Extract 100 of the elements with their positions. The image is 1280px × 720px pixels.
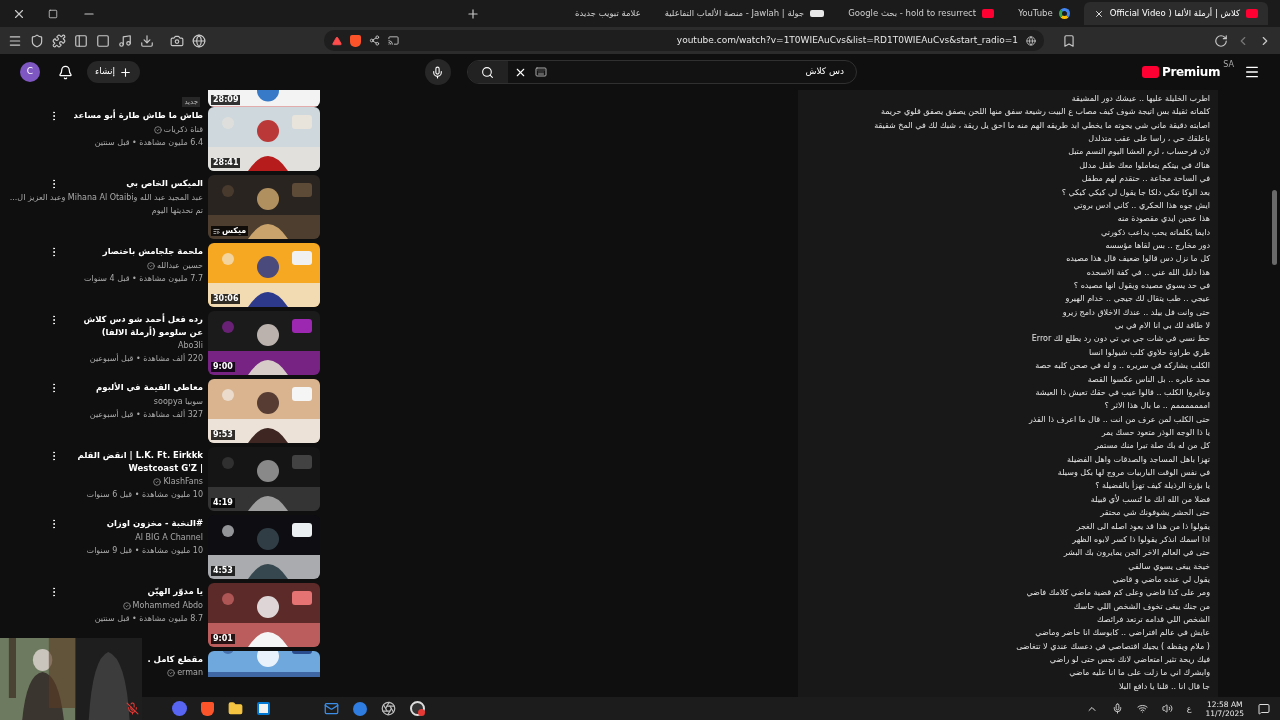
lion-icon[interactable] (350, 34, 361, 47)
scrollbar-thumb[interactable] (1272, 190, 1277, 265)
reload-icon[interactable] (1214, 33, 1228, 48)
video-title[interactable]: ملحمة جلجامش باختصار (102, 245, 203, 258)
lyrics-line: امممممممم .. ما بال هذا الاثر ؟ (1104, 400, 1210, 413)
volume-icon[interactable] (1161, 703, 1173, 714)
lion-icon[interactable] (201, 701, 214, 716)
extensions-icon[interactable] (52, 33, 66, 48)
lyrics-line: كلماته ثقيلة بس اتيجة شوف كيف مصاب ع البيت رشيعة سفق منها اللحن يصفق يصفق قلوي حريمة (880, 106, 1210, 119)
mail-icon[interactable] (324, 701, 339, 716)
record-icon[interactable] (410, 701, 425, 716)
video-title[interactable]: طاش ما طاش طارة أبو مساعد (73, 109, 203, 122)
globe-icon[interactable] (192, 33, 206, 48)
video-play-icon[interactable] (1141, 66, 1159, 78)
lyrics-line: دور مخارج .. بس لقاها مؤسسه (1105, 239, 1210, 252)
browser-tab[interactable]: كلاش | أرملة الألفا ( Official Video (1083, 2, 1268, 25)
notifications-icon[interactable] (1258, 702, 1270, 715)
lyrics-line: اذا اسمك انذكر يقولوا ذا كسر لابوه الظهر (1072, 533, 1210, 546)
lyrics-line: وابشرك اني ما زلت على ما انا عليه ماضي (1069, 667, 1210, 680)
channel-name[interactable]: قناة ذكريات (163, 123, 203, 136)
lyrics-line: لا طاقة لك بي انا الام في بي (1114, 320, 1210, 333)
lyrics-line: ياعلقك حي ، راسا على عقب متدلدل (1088, 133, 1210, 146)
channel-name[interactable]: Abo3li (178, 339, 203, 352)
mic-icon[interactable] (1111, 703, 1123, 714)
video-title[interactable]: الميكس الخاص بي (126, 177, 203, 190)
duration-badge: 9:53 (211, 430, 235, 440)
lyrics-line: من جنك يبغى تخوف الشخص اللي حاسك (1073, 600, 1210, 613)
notifications-icon[interactable] (58, 64, 73, 80)
panel-icon[interactable] (96, 33, 110, 48)
lyrics-line: طري طراوة حلاوي كلب شيولوا انسا (1088, 346, 1210, 359)
app-icon[interactable] (172, 701, 187, 716)
premium-logo[interactable]: Premium (1161, 63, 1221, 81)
channel-name[interactable]: سوبيا soopya (153, 395, 203, 408)
share-icon[interactable] (369, 35, 380, 46)
video-title[interactable]: معاطي القيمة في الألبوم (96, 381, 203, 394)
restore-icon[interactable] (48, 8, 58, 19)
music-icon[interactable] (118, 33, 132, 48)
channel-name[interactable]: Al BIG A Channel (135, 531, 203, 544)
folder-icon[interactable] (228, 701, 243, 716)
lyrics-line: محد عايره .. بل الناس عكسوا القصة (1087, 373, 1210, 386)
network-icon[interactable] (1136, 703, 1148, 714)
duration-badge: 4:53 (211, 566, 235, 576)
store-icon[interactable] (257, 702, 270, 715)
video-title[interactable]: يا مدوّر الهيّن (147, 585, 203, 598)
lyrics-line: يقول لي عنده ماضي و قاضي (1112, 573, 1210, 586)
browser-tab[interactable]: YouTube (1008, 2, 1080, 25)
video-meta: 6.4 مليون مشاهدة • قبل سنتين (94, 137, 203, 149)
video-title[interactable]: #النخبة - مخزون اوزان (106, 517, 203, 530)
video-play-icon (1246, 9, 1258, 18)
create-button[interactable]: إنشاء (87, 61, 140, 83)
channel-name[interactable]: erman (177, 666, 203, 677)
shield-icon[interactable] (30, 33, 44, 48)
site-settings-icon[interactable] (1026, 35, 1036, 46)
plus-icon (119, 65, 132, 79)
address-bar[interactable]: youtube.com/watch?v=1T0WIEAuCvs&list=RD1T0WIEAuCvs&start_radio=1 (324, 30, 1044, 51)
lyrics-line: خيخة يبغى يسوي سالفي (1128, 560, 1210, 573)
duration-badge: 4:19 (211, 498, 235, 508)
screenshot-icon[interactable] (170, 33, 184, 48)
channel-name[interactable]: عبد المجيد عبد الله وMihana Al Otaibi وعبد العزيز ال... (9, 191, 203, 204)
browser-tab[interactable]: hold to resurrect - بحث Google (838, 2, 1005, 25)
video-title[interactable]: مقطع كامل . (147, 653, 203, 666)
lyrics-line: حتى الحشر يشوفونك شي محتقر (1100, 507, 1210, 520)
channel-name[interactable]: KlashFans (163, 475, 203, 488)
lyrics-line: عيجي .. طب يتقال لك جيجي .. خدام الهيرو (1065, 293, 1210, 306)
close-tab-icon[interactable] (1093, 8, 1104, 19)
video-title[interactable]: L.K. Ft. Eirkkk | انقض القلم | Westcoast G'Z (73, 449, 203, 475)
avatar[interactable]: C (20, 62, 40, 82)
lyrics-line: لان فرحساب ، لزم العشا اليوم النسم متبل (1068, 146, 1210, 159)
muted-mic-icon[interactable] (126, 702, 139, 715)
lyrics-line: هذا دليل الله عني .. في كفة الاسحده (1086, 266, 1210, 279)
video-title[interactable]: رده فعل أحمد شو دس كلاش عن سلومو (أرملة الالفا) (73, 313, 203, 339)
app-icon[interactable] (353, 701, 367, 716)
new-tab-icon[interactable] (466, 6, 480, 21)
download-icon[interactable] (140, 33, 154, 48)
lyrics-line: هناك في بيتكم يتعاملوا معك طفل مدلل (1079, 159, 1210, 172)
playlist-icon (213, 227, 220, 235)
video-meta: 10 مليون مشاهدة • قبل 6 سنوات (86, 489, 203, 501)
browser-tab[interactable]: جولة | Jawlah - منصة الألعاب التفاعلية (654, 2, 835, 25)
aperture-icon[interactable] (381, 701, 396, 716)
cast-icon[interactable] (388, 35, 399, 46)
lyrics-line: حتى وانت فل بيلد .. عندك الاخلاق دامج زيرو (1062, 306, 1210, 319)
lyrics-line: الشخص اللي قدامه ترتعد فرائصك (1096, 614, 1210, 626)
warning-icon[interactable] (332, 35, 342, 46)
language-indicator[interactable]: ع (1186, 702, 1192, 715)
video-meta: 10 مليون مشاهدة • قبل 9 سنوات (86, 545, 203, 557)
lyrics-line: هذا عجين ايدي مقصودة منه (1117, 213, 1210, 226)
lyrics-line: في نفس الوقت الباربيات مروج لها بكل وسيلة (1057, 467, 1210, 480)
voice-search-button[interactable] (424, 59, 451, 85)
lyrics-line: حتى في العالم الاخر الجن يمايرون بك البشر (1063, 547, 1210, 560)
bookmark-icon[interactable] (1062, 33, 1076, 48)
lyrics-line: الكلب يشاركه في سريره .. و له في صحن كلبه حصة (1035, 360, 1210, 373)
menu-icon[interactable] (1244, 64, 1260, 80)
lyrics-line: تهزا باهل المساجد والصدقات واهل الفضيلة (1066, 453, 1210, 466)
lyrics-line: ايش جوه هذا الحكري .. كاني ادس بروتي (1073, 199, 1210, 212)
channel-name[interactable]: Mohammed Abdo (132, 599, 203, 612)
browser-tab[interactable]: علامة تبويب جديدة (565, 2, 651, 25)
channel-name[interactable]: حسين عبدالله (156, 259, 203, 272)
sidebar-icon[interactable] (74, 33, 88, 48)
lyrics-line: يا ذا الوجه الوذر متعود حسك يمر (1101, 427, 1210, 439)
lyrics-line: ومر على كذا قاضي وعلى كم قضية ماضي كلامك فاضي (1026, 587, 1210, 600)
